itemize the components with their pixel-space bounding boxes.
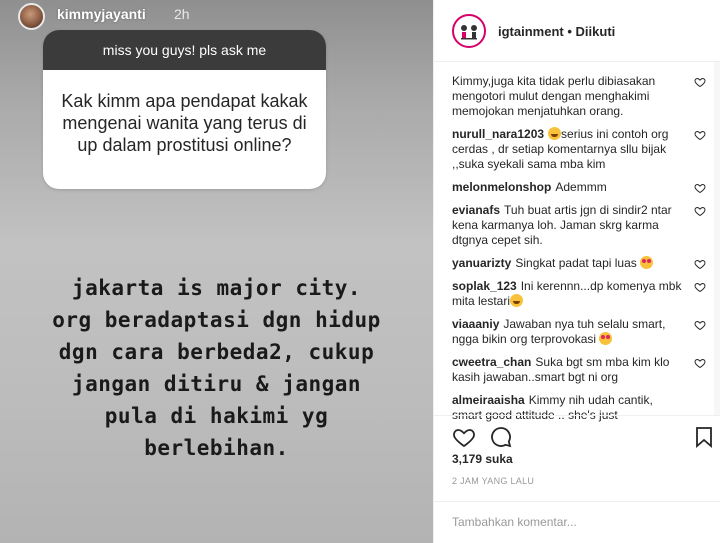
comment-like-heart-icon[interactable] bbox=[694, 129, 706, 141]
comment-username[interactable]: almeiraaisha bbox=[452, 393, 525, 407]
add-comment-input[interactable] bbox=[452, 512, 692, 532]
story-username[interactable]: kimmyjayanti bbox=[57, 6, 146, 22]
comment-like-heart-icon[interactable] bbox=[694, 205, 706, 217]
brand-logo-icon bbox=[457, 19, 481, 43]
question-sticker-title: miss you guys! pls ask me bbox=[43, 30, 326, 70]
comment-like-heart-icon[interactable] bbox=[694, 76, 706, 88]
comment-like-heart-icon[interactable] bbox=[694, 357, 706, 369]
account-avatar[interactable] bbox=[452, 14, 486, 48]
account-username[interactable]: igtainment bbox=[498, 24, 564, 39]
comment-item: viaaaniy Jawaban nya tuh selalu smart, ng… bbox=[452, 317, 714, 347]
comment-like-heart-icon[interactable] bbox=[694, 281, 706, 293]
comment-bubble-icon[interactable] bbox=[489, 425, 513, 449]
story-avatar[interactable] bbox=[18, 3, 45, 30]
comment-username[interactable]: nurull_nara1203 bbox=[452, 127, 544, 141]
question-sticker-question: Kak kimm apa pendapat kakak mengenai wan… bbox=[61, 91, 308, 155]
comment-item: soplak_123 Ini kerennn...dp komenya mbk m… bbox=[452, 279, 714, 309]
comment-like-heart-icon[interactable] bbox=[694, 319, 706, 331]
post-header: igtainment • Diikuti bbox=[434, 0, 720, 62]
comments-list: Kimmy,juga kita tidak perlu dibiasakan m… bbox=[452, 74, 714, 431]
comment-item: melonmelonshop Ademmm bbox=[452, 180, 714, 195]
comment-username[interactable]: cweetra_chan bbox=[452, 355, 531, 369]
comment-text: Kimmy,juga kita tidak perlu dibiasakan m… bbox=[452, 74, 656, 118]
comment-username[interactable]: evianafs bbox=[452, 203, 500, 217]
bookmark-icon[interactable] bbox=[692, 425, 716, 449]
question-sticker: miss you guys! pls ask me Kak kimm apa p… bbox=[43, 30, 326, 189]
heart-eyes-emoji-icon bbox=[640, 256, 654, 269]
heart-eyes-emoji-icon bbox=[599, 332, 613, 345]
comment-text: Ademmm bbox=[555, 180, 607, 194]
likes-count[interactable]: 3,179 suka bbox=[452, 452, 513, 466]
comment-username[interactable]: yanuarizty bbox=[452, 256, 511, 270]
post-panel: igtainment • Diikuti Kimmy,juga kita tid… bbox=[433, 0, 720, 543]
comment-like-heart-icon[interactable] bbox=[694, 258, 706, 270]
laughing-emoji-icon bbox=[510, 294, 524, 307]
story-header: kimmyjayanti 2h bbox=[0, 0, 433, 32]
story-timestamp: 2h bbox=[174, 6, 190, 22]
comment-item: cweetra_chan Suka bgt sm mba kim klo kasi… bbox=[452, 355, 714, 385]
comment-item: nurull_nara1203 serius ini contoh org cer… bbox=[452, 127, 714, 172]
follow-status-button[interactable]: Diikuti bbox=[576, 24, 616, 39]
comment-item: yanuarizty Singkat padat tapi luas bbox=[452, 256, 714, 271]
comment-username[interactable]: soplak_123 bbox=[452, 279, 517, 293]
comments-scrollbar[interactable] bbox=[714, 62, 720, 415]
comment-text: Singkat padat tapi luas bbox=[515, 256, 637, 270]
post-actions bbox=[434, 415, 720, 451]
story-answer-text: jakarta is major city. org beradaptasi d… bbox=[52, 276, 381, 460]
post-header-line: igtainment • Diikuti bbox=[498, 24, 615, 39]
comment-like-heart-icon[interactable] bbox=[694, 182, 706, 194]
add-comment-bar bbox=[434, 501, 720, 543]
comment-item: evianafs Tuh buat artis jgn di sindir2 nt… bbox=[452, 203, 714, 248]
story-image: kimmyjayanti 2h miss you guys! pls ask m… bbox=[0, 0, 433, 543]
like-heart-icon[interactable] bbox=[452, 425, 476, 449]
comment-username[interactable]: viaaaniy bbox=[452, 317, 499, 331]
post-timestamp: 2 JAM YANG LALU bbox=[452, 476, 535, 486]
header-separator: • bbox=[567, 24, 572, 39]
comment-username[interactable]: melonmelonshop bbox=[452, 180, 551, 194]
laughing-emoji-icon bbox=[548, 127, 562, 140]
comment-item: Kimmy,juga kita tidak perlu dibiasakan m… bbox=[452, 74, 714, 119]
